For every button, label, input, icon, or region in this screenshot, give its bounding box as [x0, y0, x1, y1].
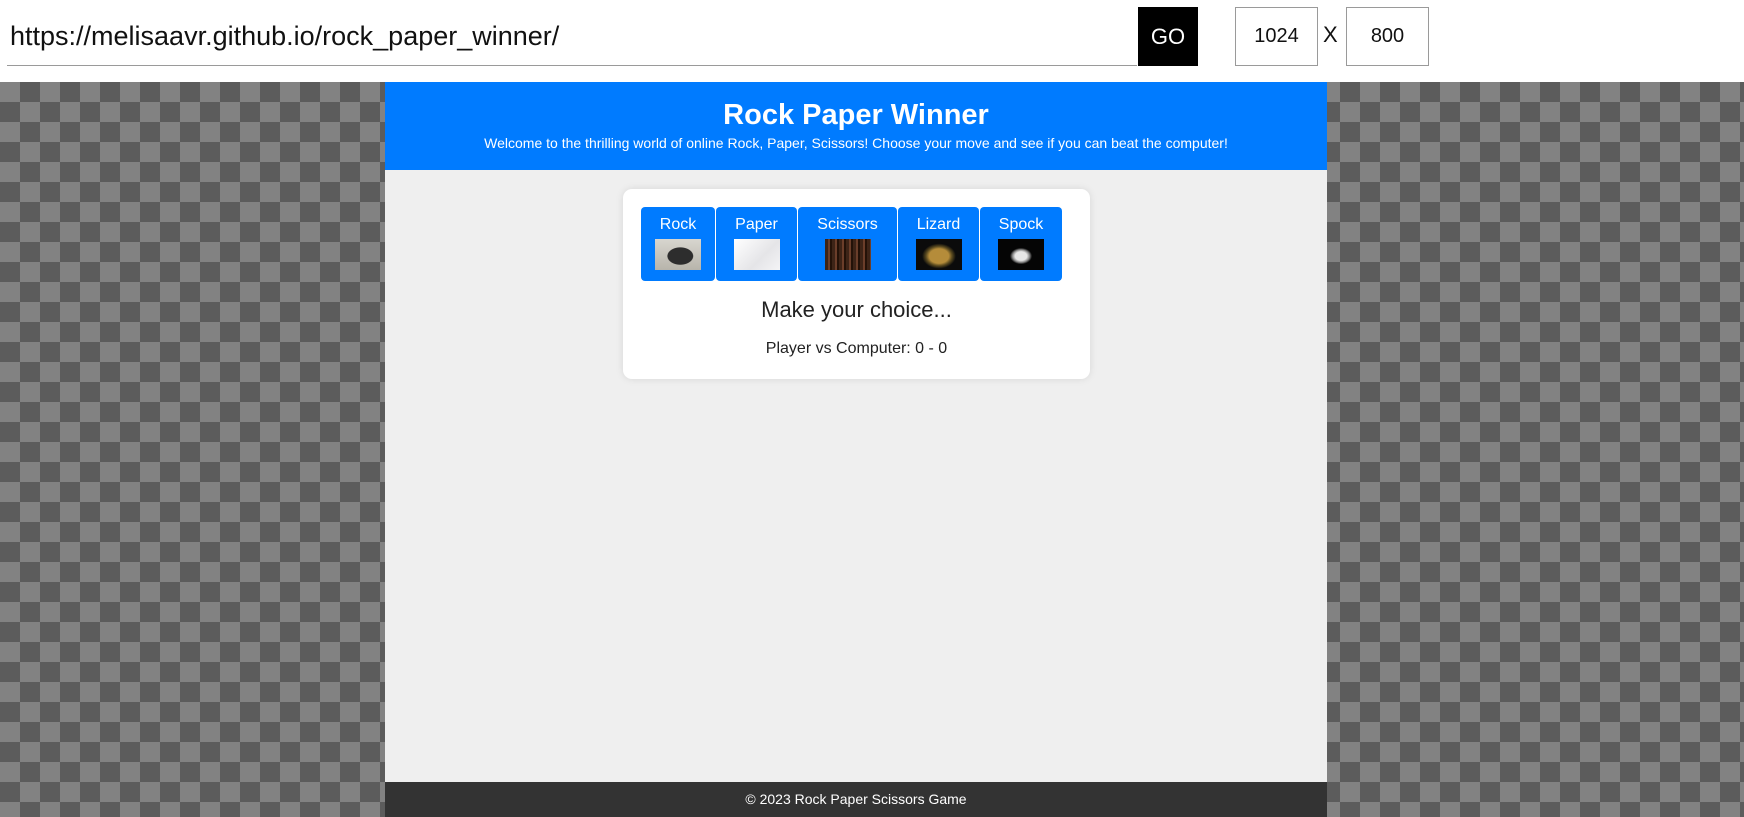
choice-button-row: Rock Paper Scissors Lizard Spock [641, 207, 1062, 281]
status-message: Make your choice... [761, 297, 952, 322]
paper-image [733, 239, 780, 270]
scissors-image [824, 239, 871, 270]
spock-button[interactable]: Spock [980, 207, 1062, 281]
page-subtitle: Welcome to the thrilling world of online… [484, 135, 1228, 151]
choice-label: Paper [735, 216, 778, 233]
url-input[interactable] [7, 7, 1137, 66]
rendered-site-frame: Rock Paper Winner Welcome to the thrilli… [385, 82, 1327, 817]
site-footer: © 2023 Rock Paper Scissors Game [385, 782, 1327, 817]
dimension-separator: X [1323, 22, 1338, 47]
choice-label: Lizard [916, 216, 961, 233]
choice-label: Rock [659, 216, 697, 233]
lizard-image [915, 239, 962, 270]
paper-button[interactable]: Paper [716, 207, 797, 281]
rock-button[interactable]: Rock [641, 207, 715, 281]
site-header: Rock Paper Winner Welcome to the thrilli… [385, 82, 1327, 170]
rock-image [655, 239, 701, 270]
scissors-button[interactable]: Scissors [798, 207, 897, 281]
page-title: Rock Paper Winner [723, 99, 989, 131]
footer-text: © 2023 Rock Paper Scissors Game [745, 791, 967, 807]
spock-hand-image [998, 239, 1044, 270]
go-button[interactable]: GO [1138, 7, 1198, 66]
resizer-toolbar: GO X [0, 0, 1744, 82]
choice-label: Spock [998, 216, 1044, 233]
game-card: Rock Paper Scissors Lizard Spock Make yo… [623, 189, 1090, 379]
choice-label: Scissors [817, 216, 878, 233]
width-input[interactable] [1235, 7, 1318, 66]
lizard-button[interactable]: Lizard [898, 207, 979, 281]
height-input[interactable] [1346, 7, 1429, 66]
score-display: Player vs Computer: 0 - 0 [765, 340, 948, 357]
